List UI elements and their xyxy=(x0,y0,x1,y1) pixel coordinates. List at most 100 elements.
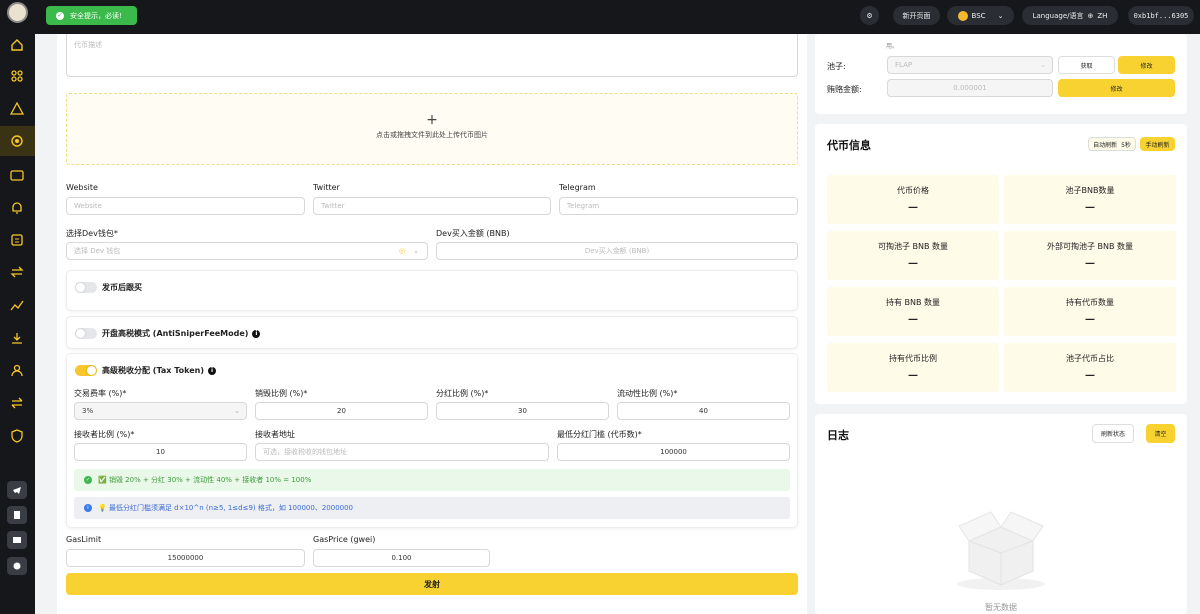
dev-buy-input[interactable]: Dev买入金额 (BNB) xyxy=(436,242,798,260)
burn-input[interactable]: 20 xyxy=(255,402,428,420)
manual-refresh-button[interactable]: 手动刷新 xyxy=(1140,137,1175,151)
chevron-down-icon: ⌄ xyxy=(413,247,419,255)
pool-select[interactable]: FLAP ⌄ xyxy=(887,56,1053,74)
chevron-down-icon: ⌄ xyxy=(234,407,240,415)
receiver-ratio-label: 接收者比例 (%)* xyxy=(74,430,135,439)
dev-wallet-label: 选择Dev钱包* xyxy=(66,229,118,238)
token-info-title: 代币信息 xyxy=(827,139,871,152)
fetch-button[interactable]: 获取 xyxy=(1058,56,1115,74)
tax-token-toggle[interactable] xyxy=(75,365,97,376)
clear-log-button[interactable]: 清空 xyxy=(1146,424,1175,443)
receiver-address-label: 接收者地址 xyxy=(255,430,295,439)
dev-buy-label: Dev买入金额 (BNB) xyxy=(436,229,510,238)
wallet-select-icon: ◎ xyxy=(398,247,405,255)
pool-label: 池子: xyxy=(827,62,846,71)
info-icon[interactable]: i xyxy=(252,329,261,338)
anti-sniper-label: 开盘高税模式 (AntiSniperFeeMode) xyxy=(102,329,249,338)
exchange-icon[interactable] xyxy=(8,394,26,412)
language-select[interactable]: Language/语言 ⊕ ZH xyxy=(1022,6,1118,25)
success-alert: ✓ ✅ 销毁 20% + 分红 30% + 流动性 40% + 接收者 10% =… xyxy=(74,469,790,491)
home-icon[interactable] xyxy=(8,36,26,54)
info-icon[interactable]: i xyxy=(207,366,216,375)
wallet-icon[interactable] xyxy=(8,166,26,184)
token-description-textarea[interactable]: 代币描述 xyxy=(66,34,798,77)
modify-pool-button[interactable]: 修改 xyxy=(1118,56,1175,74)
hint-alert: i 💡 最低分红门槛须满足 d×10^n (n≥5, 1≤d≤9) 格式，如 10… xyxy=(74,497,790,519)
dev-wallet-select[interactable]: 选择 Dev 钱包 ◎ ⌄ xyxy=(66,242,428,260)
token-icon[interactable] xyxy=(8,100,26,118)
telegram-icon[interactable] xyxy=(7,481,27,499)
bribe-input[interactable]: 0.000001 xyxy=(887,79,1053,97)
min-threshold-input[interactable]: 100000 xyxy=(557,443,790,461)
follow-buy-toggle[interactable] xyxy=(75,282,97,293)
website-label: Website xyxy=(66,183,98,192)
dividend-input[interactable]: 30 xyxy=(436,402,609,420)
telegram-input[interactable]: Telegram xyxy=(559,197,798,215)
follow-buy-card: 发币后跟买 xyxy=(66,270,798,311)
burn-label: 销毁比例 (%)* xyxy=(255,389,308,398)
stat-pool-token-ratio: 池子代币占比 — xyxy=(1004,343,1176,392)
new-page-button[interactable]: 新开页面 xyxy=(893,6,940,25)
user-icon[interactable] xyxy=(8,361,26,379)
website-input[interactable]: Website xyxy=(66,197,305,215)
receiver-ratio-input[interactable]: 10 xyxy=(74,443,247,461)
shield-icon[interactable] xyxy=(8,427,26,445)
log-card: 日志 刷新状态 清空 暂无数据 xyxy=(815,414,1187,614)
gaslimit-input[interactable]: 15000000 xyxy=(66,549,305,567)
token-info-card: 代币信息 自动刷新 5秒 手动刷新 代币价格 — 池子BNB数量 — 可掏池子 BNB… xyxy=(815,124,1187,404)
logo[interactable] xyxy=(7,2,28,23)
chevron-down-icon: ⌄ xyxy=(997,11,1004,20)
stat-held-tokens: 持有代币数量 — xyxy=(1004,287,1176,336)
follow-buy-label: 发币后跟买 xyxy=(102,283,142,292)
discord-icon[interactable] xyxy=(7,557,27,575)
refresh-status-button[interactable]: 刷新状态 xyxy=(1092,424,1134,443)
stat-drainable-bnb: 可掏池子 BNB 数量 — xyxy=(827,231,999,280)
stat-external-drainable-bnb: 外部可掏池子 BNB 数量 — xyxy=(1004,231,1176,280)
bnb-icon xyxy=(957,10,968,21)
telegram-label: Telegram xyxy=(559,183,596,192)
anti-sniper-label-wrap: 开盘高税模式 (AntiSniperFeeMode) i xyxy=(102,328,261,339)
sidebar xyxy=(0,0,35,614)
modify-bribe-button[interactable]: 修改 xyxy=(1058,79,1175,97)
apps-icon[interactable] xyxy=(8,67,26,85)
swap-icon[interactable] xyxy=(8,263,26,281)
bell-icon[interactable] xyxy=(8,199,26,217)
twitter-label: Twitter xyxy=(313,183,340,192)
liquidity-input[interactable]: 40 xyxy=(617,402,790,420)
tax-token-label-wrap: 高级税收分配 (Tax Token) i xyxy=(102,365,216,376)
auto-refresh-toggle[interactable]: 自动刷新 5秒 xyxy=(1088,137,1136,151)
chevron-down-icon: ⌄ xyxy=(1040,61,1046,69)
network-select[interactable]: BSC ⌄ xyxy=(947,6,1014,25)
settings-button[interactable]: ⚙ xyxy=(860,6,879,25)
twitter-input[interactable]: Twitter xyxy=(313,197,551,215)
stat-held-bnb: 持有 BNB 数量 — xyxy=(827,287,999,336)
empty-text: 暂无数据 xyxy=(985,603,1017,612)
check-icon: ✓ xyxy=(56,11,64,20)
anti-sniper-card: 开盘高税模式 (AntiSniperFeeMode) i xyxy=(66,316,798,349)
gaslimit-label: GasLimit xyxy=(66,535,102,544)
globe-icon: ⊕ xyxy=(1087,11,1094,20)
receiver-address-input[interactable]: 可选，接收税收的钱包地址 xyxy=(255,443,549,461)
stat-pool-bnb: 池子BNB数量 — xyxy=(1004,175,1176,224)
image-upload-area[interactable]: + 点击或拖拽文件到此处上传代币图片 xyxy=(66,93,798,165)
pool-card: 用。 池子: FLAP ⌄ 获取 修改 贿赂金额: 0.000001 修改 xyxy=(815,34,1187,114)
docs-icon[interactable] xyxy=(7,506,27,524)
launch-button[interactable]: 发射 xyxy=(66,573,798,595)
tax-token-label: 高级税收分配 (Tax Token) xyxy=(102,366,204,375)
gasprice-input[interactable]: 0.100 xyxy=(313,549,490,567)
chart-icon[interactable] xyxy=(8,296,26,314)
launch-icon[interactable] xyxy=(8,132,26,150)
fee-rate-label: 交易费率 (%)* xyxy=(74,389,127,398)
stat-held-token-ratio: 持有代币比例 — xyxy=(827,343,999,392)
mail-icon[interactable] xyxy=(7,531,27,549)
wallet-address-button[interactable]: 0xb1bf...6305 xyxy=(1128,6,1194,25)
stat-token-price: 代币价格 — xyxy=(827,175,999,224)
check-circle-icon: ✓ xyxy=(84,476,92,484)
fee-rate-select[interactable]: 3% ⌄ xyxy=(74,402,247,420)
security-toast[interactable]: ✓ 安全提示，必读! xyxy=(46,6,137,25)
download-icon[interactable] xyxy=(8,329,26,347)
log-title: 日志 xyxy=(827,429,849,442)
anti-sniper-toggle[interactable] xyxy=(75,328,97,339)
document-icon[interactable] xyxy=(8,231,26,249)
liquidity-label: 流动性比例 (%)* xyxy=(617,389,678,398)
